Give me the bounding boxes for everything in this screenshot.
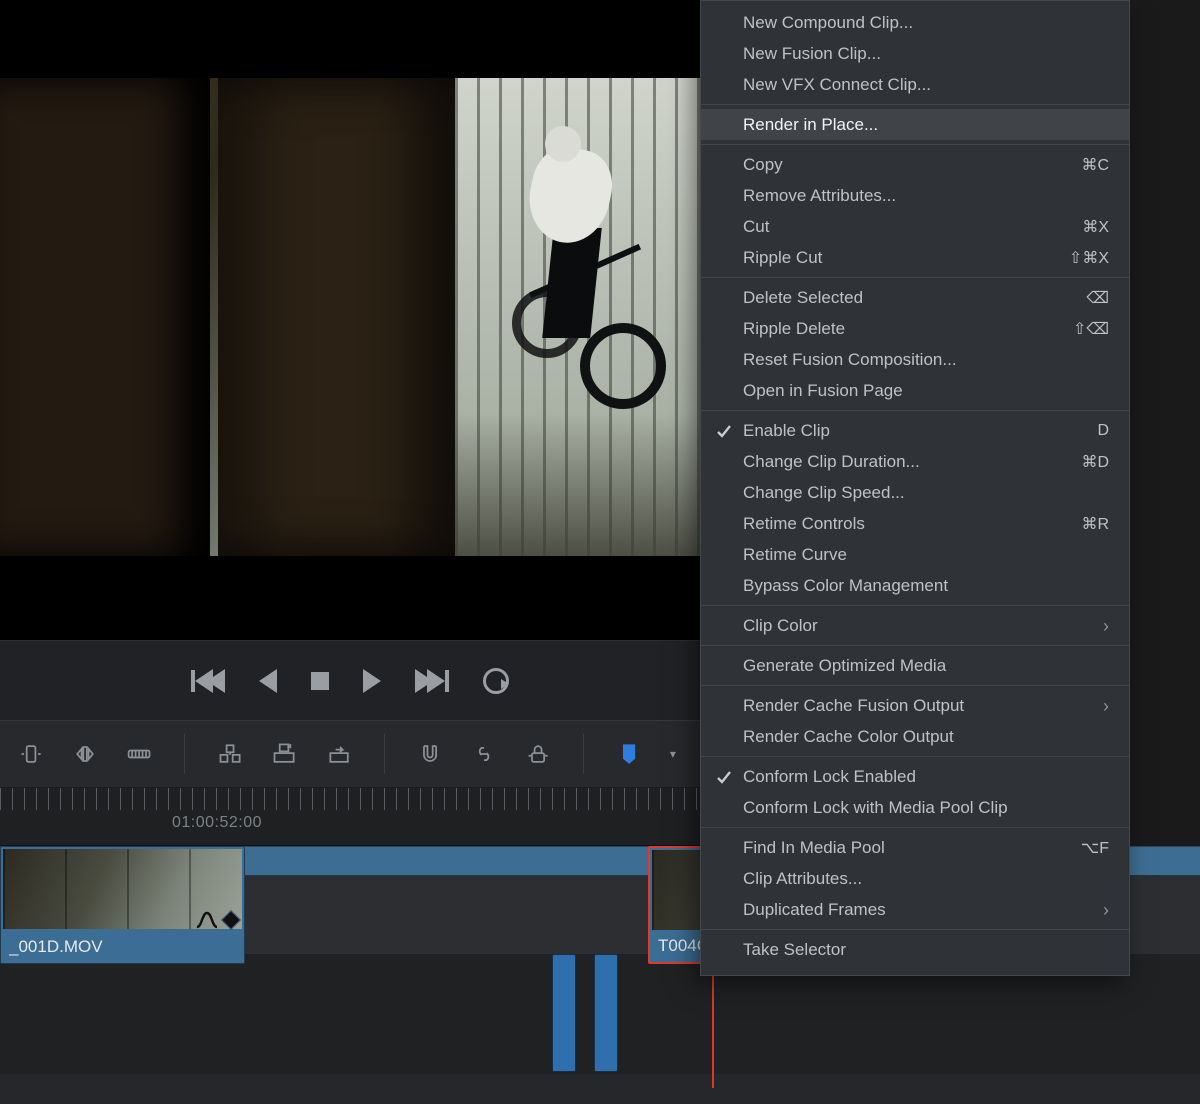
timeline-toolbar: ▾ [0,720,700,788]
marker-icon[interactable] [616,741,642,767]
checkmark-icon [715,768,733,786]
clip-transition[interactable] [552,954,576,1072]
menu-enable-clip[interactable]: Enable ClipD [701,415,1129,446]
stop-button[interactable] [311,672,329,690]
menu-duplicated-frames[interactable]: Duplicated Frames› [701,894,1129,925]
link-icon[interactable] [471,741,497,767]
menu-reset-fusion-composition[interactable]: Reset Fusion Composition... [701,344,1129,375]
menu-cut[interactable]: Cut⌘X [701,211,1129,242]
shortcut-label: ⇧⌘X [1069,248,1109,268]
clip-context-menu: New Compound Clip... New Fusion Clip... … [700,0,1130,976]
viewer-frame[interactable] [0,78,700,556]
menu-clip-color[interactable]: Clip Color› [701,610,1129,641]
replace-icon[interactable] [326,741,352,767]
menu-delete-selected[interactable]: Delete Selected⌫ [701,282,1129,313]
menu-take-selector[interactable]: Take Selector [701,934,1129,965]
submenu-arrow-icon: › [1103,617,1109,635]
menu-ripple-delete[interactable]: Ripple Delete⇧⌫ [701,313,1129,344]
clip-label: _001D.MOV [9,937,103,957]
shortcut-label: ⌫ [1086,288,1109,308]
menu-change-clip-speed[interactable]: Change Clip Speed... [701,477,1129,508]
shortcut-label: ⌘X [1082,217,1109,237]
menu-render-cache-fusion-output[interactable]: Render Cache Fusion Output› [701,690,1129,721]
menu-remove-attributes[interactable]: Remove Attributes... [701,180,1129,211]
loop-button[interactable] [483,668,509,694]
trim-mode-icon[interactable] [72,741,98,767]
menu-retime-curve[interactable]: Retime Curve [701,539,1129,570]
ruler-timecode: 01:00:52:00 [172,814,262,832]
menu-copy[interactable]: Copy⌘C [701,149,1129,180]
viewer-panel [0,0,700,640]
timeline-ruler[interactable]: 01:00:52:00 [0,788,700,846]
keyframe-icon [221,910,241,930]
selection-follows-icon[interactable] [18,741,44,767]
menu-new-fusion-clip[interactable]: New Fusion Clip... [701,38,1129,69]
menu-new-vfx-connect-clip[interactable]: New VFX Connect Clip... [701,69,1129,100]
menu-change-clip-duration[interactable]: Change Clip Duration...⌘D [701,446,1129,477]
shortcut-label: ⌘R [1081,514,1109,534]
menu-conform-lock-media-pool[interactable]: Conform Lock with Media Pool Clip [701,792,1129,823]
shortcut-label: ⇧⌫ [1073,319,1109,339]
clip-fx-icons [196,911,238,929]
menu-open-in-fusion-page[interactable]: Open in Fusion Page [701,375,1129,406]
menu-generate-optimized-media[interactable]: Generate Optimized Media [701,650,1129,681]
menu-ripple-cut[interactable]: Ripple Cut⇧⌘X [701,242,1129,273]
menu-render-cache-color-output[interactable]: Render Cache Color Output [701,721,1129,752]
overwrite-icon[interactable] [271,741,297,767]
checkmark-icon [715,422,733,440]
play-reverse-button[interactable] [259,669,277,693]
jump-end-button[interactable] [415,669,449,693]
marker-dropdown-icon[interactable]: ▾ [670,747,682,761]
lock-icon[interactable] [525,741,551,767]
clip-transition[interactable] [594,954,618,1072]
timeline-clip[interactable]: _001D.MOV [0,846,245,964]
play-button[interactable] [363,669,381,693]
shortcut-label: ⌘C [1081,155,1109,175]
shortcut-label: ⌘D [1081,452,1109,472]
shortcut-label: D [1097,422,1109,440]
menu-clip-attributes[interactable]: Clip Attributes... [701,863,1129,894]
jump-start-button[interactable] [191,669,225,693]
menu-find-in-media-pool[interactable]: Find In Media Pool⌥F [701,832,1129,863]
menu-conform-lock-enabled[interactable]: Conform Lock Enabled [701,761,1129,792]
shortcut-label: ⌥F [1081,838,1109,858]
insert-icon[interactable] [217,741,243,767]
menu-retime-controls[interactable]: Retime Controls⌘R [701,508,1129,539]
menu-new-compound-clip[interactable]: New Compound Clip... [701,7,1129,38]
submenu-arrow-icon: › [1103,901,1109,919]
dynamic-trim-icon[interactable] [126,741,152,767]
transport-bar [0,640,700,720]
snap-icon[interactable] [417,741,443,767]
menu-bypass-color-management[interactable]: Bypass Color Management [701,570,1129,601]
retime-curve-icon [196,911,218,929]
menu-render-in-place[interactable]: Render in Place... [701,109,1129,140]
submenu-arrow-icon: › [1103,697,1109,715]
